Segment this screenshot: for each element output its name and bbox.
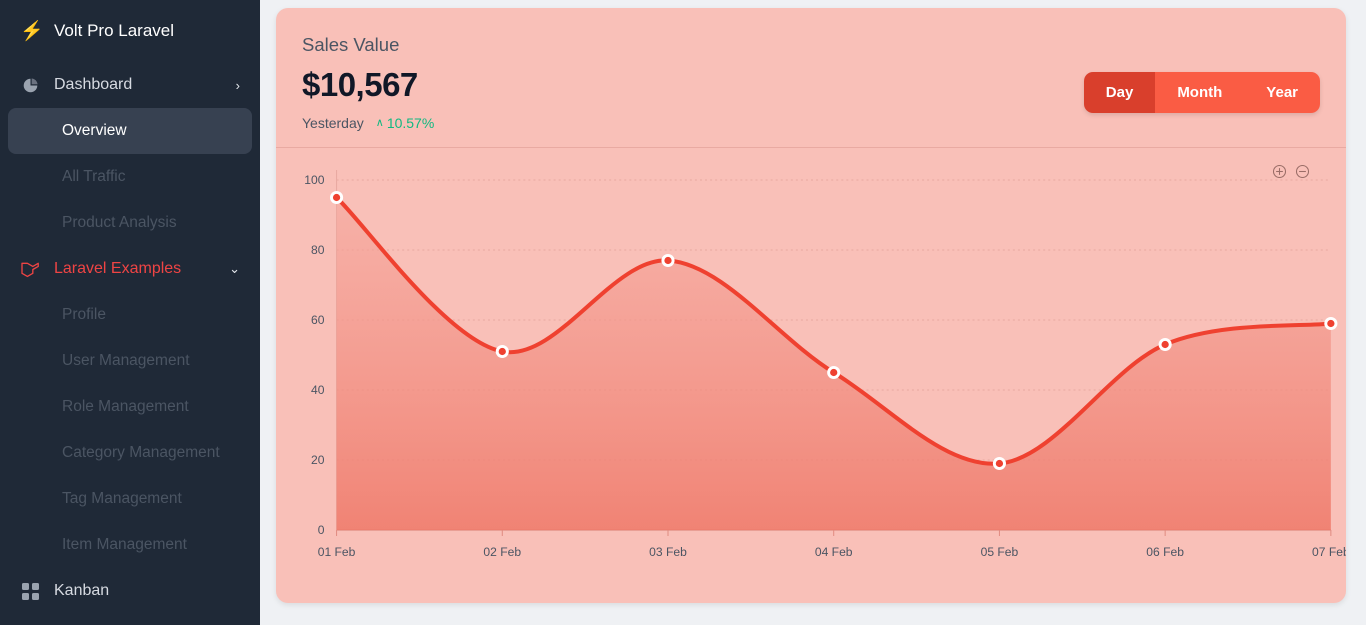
sidebar-item-profile[interactable]: Profile — [8, 292, 252, 338]
y-axis-tick: 100 — [304, 173, 324, 187]
chevron-right-icon[interactable]: › — [236, 78, 240, 93]
data-point-0[interactable] — [332, 193, 341, 202]
sidebar-item-category-management[interactable]: Category Management — [8, 430, 252, 476]
sidebar-item-label: Item Management — [62, 536, 187, 553]
brand[interactable]: ⚡ Volt Pro Laravel — [8, 0, 252, 62]
sidebar-item-label: User Management — [62, 352, 190, 369]
sidebar-item-dashboard[interactable]: Dashboard › — [8, 62, 252, 108]
app-root: ⚡ Volt Pro Laravel Dashboard › Overview All… — [0, 0, 1366, 625]
x-axis-tick: 04 Feb — [815, 545, 853, 559]
sidebar-item-label: Product Analysis — [62, 214, 177, 231]
zoom-out-icon[interactable] — [1295, 164, 1310, 179]
sidebar-item-tag-management[interactable]: Tag Management — [8, 476, 252, 522]
sidebar-item-label: Laravel Examples — [54, 260, 182, 277]
pie-chart-icon — [20, 77, 40, 94]
sidebar-item-user-management[interactable]: User Management — [8, 338, 252, 384]
kanban-glyph — [21, 582, 39, 600]
sidebar-item-label: All Traffic — [62, 168, 126, 185]
data-point-2[interactable] — [664, 256, 672, 265]
delta-value: 10.57% — [386, 115, 435, 131]
sidebar-item-product-analysis[interactable]: Product Analysis — [8, 200, 252, 246]
x-axis-tick: 03 Feb — [649, 545, 687, 559]
sidebar-item-role-management[interactable]: Role Management — [8, 384, 252, 430]
sales-value: $10,567 — [302, 66, 418, 103]
y-axis-tick: 60 — [311, 313, 325, 327]
page-title: Sales Value — [302, 34, 400, 55]
sidebar-item-label: Kanban — [54, 582, 110, 599]
sidebar-item-label: Dashboard — [54, 76, 133, 93]
zoom-in-icon[interactable] — [1272, 164, 1287, 179]
sidebar-item-laravel-examples[interactable]: Laravel Examples ⌄ — [8, 246, 252, 292]
bolt-icon: ⚡ — [20, 20, 44, 42]
x-axis-tick: 02 Feb — [483, 545, 521, 559]
y-axis-tick: 40 — [311, 383, 325, 397]
sidebar-item-all-traffic[interactable]: All Traffic — [8, 154, 252, 200]
laravel-icon — [20, 261, 40, 278]
range-button-day[interactable]: Day — [1083, 72, 1156, 113]
data-point-4[interactable] — [995, 459, 1004, 468]
caret-up-icon: ∧ — [375, 116, 384, 129]
main-content: Sales Value $10,567 Yesterday ∧ 10.57% D… — [260, 0, 1366, 625]
sales-value-card: Sales Value $10,567 Yesterday ∧ 10.57% D… — [276, 8, 1346, 603]
range-toggle-group: Day Month Year — [1083, 72, 1320, 113]
range-button-year[interactable]: Year — [1244, 72, 1320, 113]
x-axis-tick: 07 Feb — [1312, 545, 1346, 559]
chart-area: 0 20 40 60 80 100 01 Feb 02 Feb 03 Feb 04 Feb 05 F… — [276, 148, 1346, 603]
x-axis-tick: 05 Feb — [981, 545, 1019, 559]
sidebar-item-label: Overview — [62, 122, 127, 139]
data-point-3[interactable] — [830, 368, 838, 377]
chart-zoom-controls — [1272, 164, 1310, 179]
card-subline: Yesterday ∧ 10.57% — [302, 115, 434, 131]
sidebar-item-label: Role Management — [62, 398, 189, 415]
y-axis-tick: 20 — [311, 453, 325, 467]
y-axis-tick: 80 — [311, 243, 325, 257]
data-point-1[interactable] — [498, 347, 506, 356]
brand-label: Volt Pro Laravel — [54, 21, 175, 40]
y-axis-tick: 0 — [318, 523, 325, 537]
data-point-5[interactable] — [1161, 340, 1169, 349]
x-axis-tick: 01 Feb — [318, 545, 356, 559]
sidebar-item-label: Tag Management — [62, 490, 182, 507]
sales-area-chart: 0 20 40 60 80 100 01 Feb 02 Feb 03 Feb 04 Feb 05 F… — [304, 170, 1346, 559]
delta-badge: ∧ 10.57% — [376, 115, 435, 131]
card-header: Sales Value $10,567 Yesterday ∧ 10.57% D… — [276, 8, 1346, 148]
sidebar-item-item-management[interactable]: Item Management — [8, 522, 252, 568]
sidebar-item-label: Category Management — [62, 444, 220, 461]
sidebar-item-overview[interactable]: Overview — [8, 108, 252, 154]
card-header-left: Sales Value $10,567 Yesterday ∧ 10.57% — [302, 34, 434, 131]
sidebar-item-kanban[interactable]: Kanban — [8, 568, 252, 614]
sidebar-item-label: Profile — [62, 306, 106, 323]
x-axis-tick: 06 Feb — [1146, 545, 1184, 559]
kanban-icon — [20, 582, 40, 600]
sidebar: ⚡ Volt Pro Laravel Dashboard › Overview All… — [0, 0, 260, 625]
period-label: Yesterday — [302, 115, 364, 131]
data-point-6[interactable] — [1327, 319, 1335, 328]
range-button-month[interactable]: Month — [1155, 72, 1245, 113]
chevron-down-icon[interactable]: ⌄ — [229, 261, 240, 277]
sidebar-nav: Dashboard › Overview All Traffic Product Ana… — [8, 62, 252, 614]
